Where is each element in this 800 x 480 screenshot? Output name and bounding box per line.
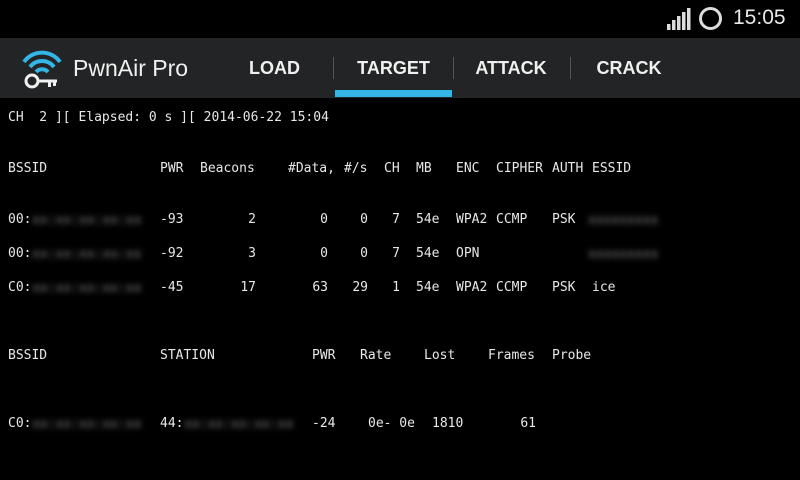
ap-mb: 54e [416, 212, 440, 227]
ap-essid-redacted: xxxxxxxxx [588, 213, 659, 228]
terminal-output[interactable]: CH 2 ][ Elapsed: 0 s ][ 2014-06-22 15:04… [0, 98, 800, 480]
sta-pwr: -24 [312, 416, 336, 431]
app-title: PwnAir Pro [73, 55, 189, 81]
signal-icon [667, 8, 691, 30]
sta-rate: 0e- 0e [368, 416, 415, 431]
selected-tab-indicator [335, 90, 452, 97]
tab-target[interactable]: TARGET [335, 38, 452, 98]
ap-pwr: -92 [160, 246, 184, 261]
ap-beacons: 17 [240, 280, 256, 295]
ap-bssid-prefix: 00: [8, 212, 32, 227]
ap-data: 0 [320, 246, 328, 261]
tab-load[interactable]: LOAD [218, 38, 331, 98]
ap-auth: PSK [552, 212, 576, 227]
col-header-beacons: Beacons [200, 161, 255, 176]
tab-divider [333, 57, 334, 79]
ap-pwr: -93 [160, 212, 184, 227]
col-header-bssid: BSSID [8, 161, 48, 176]
wifi-key-icon[interactable] [20, 46, 64, 90]
col-header-per-s: #/s [344, 161, 368, 176]
sta-station-prefix: 44: [160, 416, 184, 431]
ap-mb: 54e [416, 246, 440, 261]
sta-col-header-lost: Lost [424, 348, 456, 363]
ap-data: 63 [312, 280, 328, 295]
ap-bssid-redacted: xx:xx:xx:xx:xx [32, 213, 142, 228]
ap-enc: OPN [456, 246, 480, 261]
sta-col-header-rate: Rate [360, 348, 392, 363]
status-bar: 15:05 [0, 0, 800, 38]
ap-ch: 7 [392, 246, 400, 261]
sta-bssid-prefix: C0: [8, 416, 32, 431]
ap-cipher: CCMP [496, 212, 528, 227]
col-header-mb: MB [416, 161, 432, 176]
ap-ch: 7 [392, 212, 400, 227]
ap-pwr: -45 [160, 280, 184, 295]
col-header-auth: AUTH [552, 161, 584, 176]
sta-col-header-pwr: PWR [312, 348, 336, 363]
sta-frames: 61 [520, 416, 536, 431]
tab-crack[interactable]: CRACK [571, 38, 687, 98]
sta-bssid-redacted: xx:xx:xx:xx:xx [32, 417, 142, 432]
sta-col-header-station: STATION [160, 348, 215, 363]
sta-col-header-probe: Probe [552, 348, 592, 363]
ap-beacons: 3 [248, 246, 256, 261]
ap-per-s: 29 [352, 280, 368, 295]
col-header-data: #Data, [288, 161, 335, 176]
sta-col-header-frames: Frames [488, 348, 535, 363]
ap-bssid-prefix: C0: [8, 280, 32, 295]
col-header-cipher: CIPHER [496, 161, 543, 176]
col-header-pwr: PWR [160, 161, 184, 176]
ap-bssid-redacted: xx:xx:xx:xx:xx [32, 247, 142, 262]
ap-auth: PSK [552, 280, 576, 295]
ap-essid: ice [592, 280, 616, 295]
ap-data: 0 [320, 212, 328, 227]
ap-bssid-redacted: xx:xx:xx:xx:xx [32, 281, 142, 296]
col-header-essid: ESSID [592, 161, 632, 176]
sta-col-header-bssid: BSSID [8, 348, 48, 363]
action-bar: PwnAir Pro LOAD TARGET ATTACK CRACK [0, 38, 800, 98]
tab-attack[interactable]: ATTACK [453, 38, 569, 98]
sta-station-redacted: xx:xx:xx:xx:xx [184, 417, 294, 432]
ap-mb: 54e [416, 280, 440, 295]
ap-per-s: 0 [360, 246, 368, 261]
ap-enc: WPA2 [456, 280, 488, 295]
ap-cipher: CCMP [496, 280, 528, 295]
ap-enc: WPA2 [456, 212, 488, 227]
ap-essid-redacted: xxxxxxxxx [588, 247, 659, 262]
ap-per-s: 0 [360, 212, 368, 227]
ap-beacons: 2 [248, 212, 256, 227]
col-header-ch: CH [384, 161, 400, 176]
circle-icon [699, 7, 722, 30]
header-line: CH 2 ][ Elapsed: 0 s ][ 2014-06-22 15:04 [8, 110, 329, 125]
ap-ch: 1 [392, 280, 400, 295]
ap-bssid-prefix: 00: [8, 246, 32, 261]
clock: 15:05 [733, 6, 786, 29]
col-header-enc: ENC [456, 161, 480, 176]
sta-lost: 1810 [432, 416, 464, 431]
